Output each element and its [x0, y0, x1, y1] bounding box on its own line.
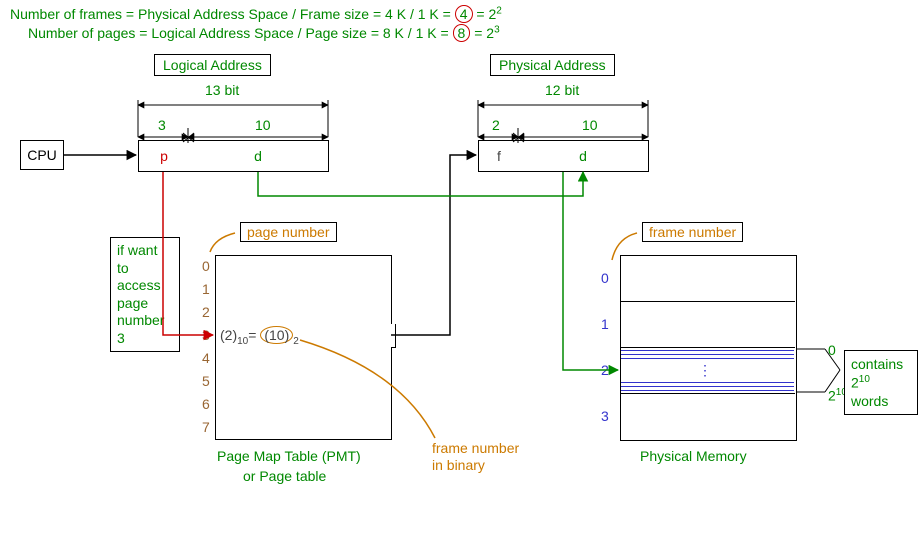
pm-div-1 [620, 301, 795, 302]
pt-row-6 [215, 393, 392, 417]
pt-entry3-e: 2 [293, 336, 299, 347]
eq-pages-post: = 2 [474, 25, 494, 41]
cpu-box: CPU [20, 140, 64, 170]
contains-a: contains [851, 355, 911, 373]
pt-caption-1: Page Map Table (PMT) [217, 448, 361, 464]
logical-p-label: p [160, 148, 168, 164]
pm-f2-line [621, 390, 794, 391]
pt-idx-0: 0 [202, 258, 210, 274]
physical-d-label: d [579, 148, 587, 164]
note-l3: access [117, 277, 173, 295]
logical-total-bits: 13 bit [205, 82, 239, 98]
note-box: if want to access page number 3 [110, 237, 180, 352]
contains-exp: 10 [859, 374, 870, 385]
eq-frames-post: = 2 [476, 6, 496, 22]
pt-idx-1: 1 [202, 281, 210, 297]
pt-entry3-c: = [248, 327, 260, 343]
note-l4: page [117, 295, 173, 313]
physical-d-cell: d [518, 140, 649, 172]
physical-address-header: Physical Address [490, 54, 615, 76]
note-l1: if want [117, 242, 173, 260]
pm-caption: Physical Memory [640, 448, 747, 464]
page-number-label: page number [240, 222, 337, 242]
fn-l1: frame number [432, 440, 519, 457]
pm-last-base: 2 [828, 388, 836, 404]
pm-zero: 0 [828, 342, 836, 358]
logical-d-label: d [254, 148, 262, 164]
pt-idx-5: 5 [202, 373, 210, 389]
pt-row-2 [215, 301, 392, 325]
pt-row-5 [215, 370, 392, 394]
pm-f2-line [621, 382, 794, 383]
logical-d-bits: 10 [255, 117, 271, 133]
physical-total-bits: 12 bit [545, 82, 579, 98]
circled-4: 4 [455, 5, 473, 23]
physical-d-bits: 10 [582, 117, 598, 133]
pm-f2-dots: ⋮ [698, 362, 715, 379]
contains-b: 2 [851, 375, 859, 391]
logical-d-cell: d [188, 140, 329, 172]
logical-p-cell: p [138, 140, 190, 172]
pm-f2-line [621, 358, 794, 359]
pm-div-2 [620, 347, 795, 348]
pm-div-3 [620, 393, 795, 394]
eq-frames-exp: 2 [496, 5, 502, 16]
pm-idx-0: 0 [601, 270, 609, 286]
equation-frames: Number of frames = Physical Address Spac… [10, 5, 502, 23]
pm-idx-1: 1 [601, 316, 609, 332]
pt-entry3-d: (10) [260, 326, 293, 344]
contains-c: words [851, 393, 888, 409]
eq-pages-exp: 3 [494, 24, 500, 35]
note-l5: number [117, 312, 173, 330]
physical-f-bits: 2 [492, 117, 500, 133]
frame-number-binary-label: frame number in binary [432, 440, 519, 474]
eq-frames-pre: Number of frames = Physical Address Spac… [10, 6, 451, 22]
fn-l2: in binary [432, 457, 519, 474]
pm-idx-3: 3 [601, 408, 609, 424]
pt-idx-6: 6 [202, 396, 210, 412]
pm-f2-line [621, 354, 794, 355]
pt-idx-2: 2 [202, 304, 210, 320]
eq-pages-pre: Number of pages = Logical Address Space … [28, 25, 449, 41]
pm-idx-2: 2 [601, 362, 609, 378]
physical-memory-box [620, 255, 797, 441]
pt-entry3-a: (2) [220, 327, 237, 343]
pm-f2-line [621, 350, 794, 351]
pt-idx-7: 7 [202, 419, 210, 435]
contains-line2: 210 words [851, 373, 911, 410]
pt-idx-4: 4 [202, 350, 210, 366]
pt-row-0 [215, 255, 392, 280]
note-l6: 3 [117, 330, 173, 348]
pt-row-1 [215, 278, 392, 302]
note-l2: to [117, 260, 173, 278]
pt-row-4 [215, 347, 392, 371]
pt-idx-3: 3 [202, 327, 210, 343]
pt-caption-2: or Page table [243, 468, 326, 484]
physical-f-label: f [497, 148, 501, 164]
circled-8: 8 [453, 24, 471, 42]
pt-row-3: (2)10= (10)2 [215, 324, 396, 348]
physical-f-cell: f [478, 140, 520, 172]
logical-p-bits: 3 [158, 117, 166, 133]
pm-f2-line [621, 386, 794, 387]
frame-number-label: frame number [642, 222, 743, 242]
contains-box: contains 210 words [844, 350, 918, 415]
logical-address-header: Logical Address [154, 54, 271, 76]
pt-row-7 [215, 416, 392, 440]
pt-entry3-b: 10 [237, 336, 248, 347]
equation-pages: Number of pages = Logical Address Space … [28, 24, 500, 42]
